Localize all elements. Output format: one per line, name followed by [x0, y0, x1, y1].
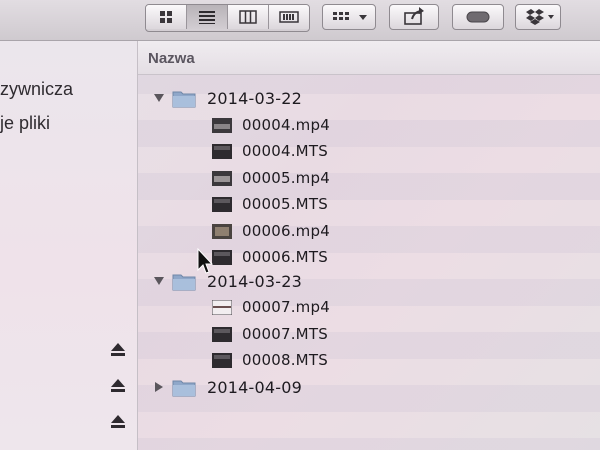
share-icon [404, 7, 424, 25]
list-view-icon [199, 11, 215, 24]
folder-icon [172, 91, 196, 107]
arrange-icon [333, 12, 367, 20]
column-view-icon [239, 10, 257, 24]
view-mode-segmented-control [145, 4, 310, 32]
dropbox-button[interactable] [515, 4, 561, 30]
tag-button[interactable] [452, 4, 504, 30]
column-header-label: Nazwa [148, 50, 195, 67]
file-name: 00005.mp4 [242, 169, 330, 187]
folder-name: 2014-03-23 [207, 271, 302, 291]
sidebar-item-label: zywnicza [0, 79, 74, 99]
column-view-button[interactable] [228, 5, 269, 29]
disclosure-triangle-expanded-icon[interactable] [152, 91, 166, 105]
icon-view-button[interactable] [146, 5, 187, 29]
file-row[interactable]: 00006.mp4 [212, 218, 330, 244]
file-row[interactable]: 00005.mp4 [212, 165, 330, 191]
video-thumbnail-icon [212, 326, 232, 342]
file-name: 00007.mp4 [242, 298, 330, 316]
arrange-button[interactable] [322, 4, 376, 30]
file-row[interactable]: 00008.MTS [212, 347, 328, 373]
sidebar-item-label: je pliki [0, 113, 51, 133]
video-thumbnail-icon [212, 249, 232, 265]
share-button[interactable] [389, 4, 439, 30]
file-row[interactable]: 00007.mp4 [212, 294, 330, 320]
file-name: 00008.MTS [242, 351, 328, 369]
folder-icon [172, 380, 196, 396]
video-thumbnail-icon [212, 223, 232, 239]
sidebar: zywnicza je pliki [0, 41, 138, 450]
video-thumbnail-icon [212, 352, 232, 368]
file-row[interactable]: 00006.MTS [212, 244, 328, 270]
file-list: Nazwa 2014-03-22 00004.mp4 00004.MTS 000… [138, 41, 600, 450]
video-thumbnail-icon [212, 170, 232, 186]
video-thumbnail-icon [212, 117, 232, 133]
folder-name: 2014-04-09 [207, 377, 302, 397]
disclosure-triangle-expanded-icon[interactable] [152, 274, 166, 288]
folder-icon [172, 274, 196, 290]
file-name: 00004.mp4 [242, 116, 330, 134]
folder-row[interactable]: 2014-04-09 [152, 374, 302, 400]
video-thumbnail-icon [212, 299, 232, 315]
dropbox-icon [526, 9, 554, 25]
disclosure-triangle-collapsed-icon[interactable] [152, 380, 166, 394]
sidebar-item-files-partial[interactable]: je pliki [0, 113, 50, 134]
eject-icon[interactable] [109, 377, 127, 393]
sidebar-item-downloads-partial[interactable]: zywnicza [0, 79, 73, 100]
toolbar [0, 0, 600, 41]
eject-icon[interactable] [109, 413, 127, 429]
file-row[interactable]: 00004.mp4 [212, 112, 330, 138]
file-name: 00006.mp4 [242, 222, 330, 240]
tag-icon [466, 11, 490, 23]
column-header-name[interactable]: Nazwa [138, 41, 600, 75]
folder-row[interactable]: 2014-03-22 [152, 85, 302, 111]
mouse-pointer-icon [197, 248, 214, 274]
list-view-button[interactable] [187, 5, 228, 29]
file-row[interactable]: 00004.MTS [212, 138, 328, 164]
file-row[interactable]: 00007.MTS [212, 321, 328, 347]
cover-flow-view-button[interactable] [269, 5, 309, 29]
file-row[interactable]: 00005.MTS [212, 191, 328, 217]
folder-row[interactable]: 2014-03-23 [152, 268, 302, 294]
file-name: 00006.MTS [242, 248, 328, 266]
file-name: 00005.MTS [242, 195, 328, 213]
icon-view-icon [160, 11, 172, 23]
video-thumbnail-icon [212, 196, 232, 212]
folder-name: 2014-03-22 [207, 88, 302, 108]
video-thumbnail-icon [212, 143, 232, 159]
file-name: 00007.MTS [242, 325, 328, 343]
file-name: 00004.MTS [242, 142, 328, 160]
eject-icon[interactable] [109, 341, 127, 357]
cover-flow-view-icon [279, 11, 299, 23]
